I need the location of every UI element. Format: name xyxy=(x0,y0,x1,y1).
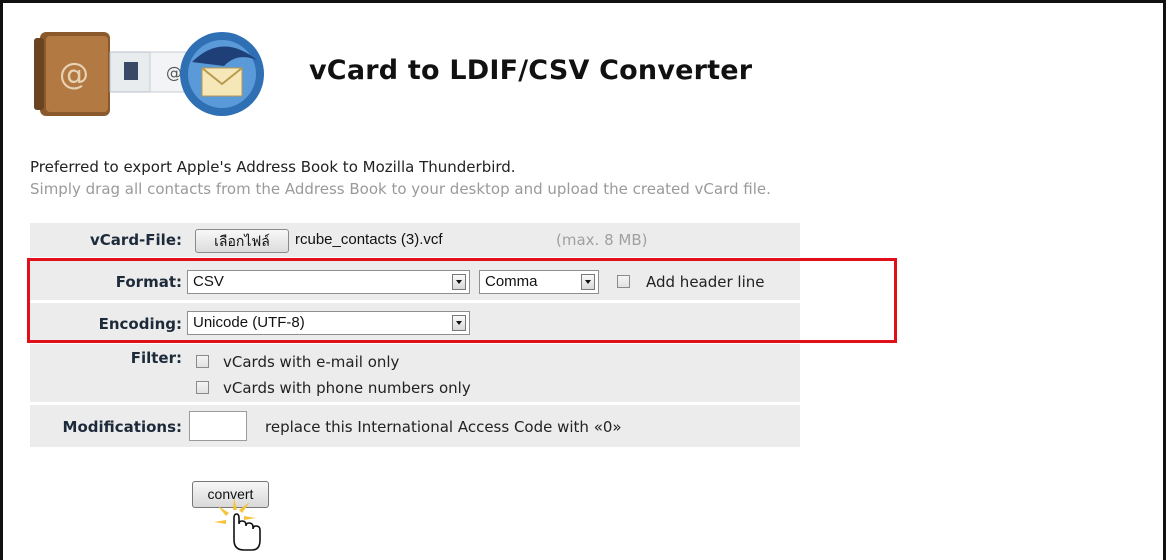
vcard-file-row: vCard-File: เลือกไฟล์ rcube_contacts (3)… xyxy=(30,223,800,257)
modifications-description: replace this International Access Code w… xyxy=(265,418,622,436)
access-code-input[interactable] xyxy=(189,411,247,441)
phone-only-label: vCards with phone numbers only xyxy=(223,379,471,397)
vcard-file-label: vCard-File: xyxy=(90,231,182,249)
phone-only-checkbox[interactable] xyxy=(196,381,209,394)
filter-label: Filter: xyxy=(130,349,182,367)
app-logo: @ @ xyxy=(34,32,264,116)
highlight-box xyxy=(27,258,897,343)
modifications-label: Modifications: xyxy=(62,418,182,436)
hand-cursor-icon xyxy=(214,498,261,551)
svg-text:@: @ xyxy=(166,63,182,82)
email-only-label: vCards with e-mail only xyxy=(223,353,400,371)
modifications-row: Modifications: replace this Internationa… xyxy=(30,405,800,447)
max-size-note: (max. 8 MB) xyxy=(556,231,648,249)
intro-text: Preferred to export Apple's Address Book… xyxy=(30,158,516,176)
thunderbird-icon xyxy=(180,32,264,116)
instruction-text: Simply drag all contacts from the Addres… xyxy=(30,180,771,198)
svg-text:@: @ xyxy=(59,57,89,92)
choose-file-button[interactable]: เลือกไฟล์ xyxy=(195,229,289,253)
selected-filename: rcube_contacts (3).vcf xyxy=(295,231,443,248)
page-title: vCard to LDIF/CSV Converter xyxy=(309,55,753,86)
email-only-checkbox[interactable] xyxy=(196,355,209,368)
address-book-icon: @ xyxy=(34,32,110,116)
filter-row: Filter: vCards with e-mail only vCards w… xyxy=(30,344,800,402)
